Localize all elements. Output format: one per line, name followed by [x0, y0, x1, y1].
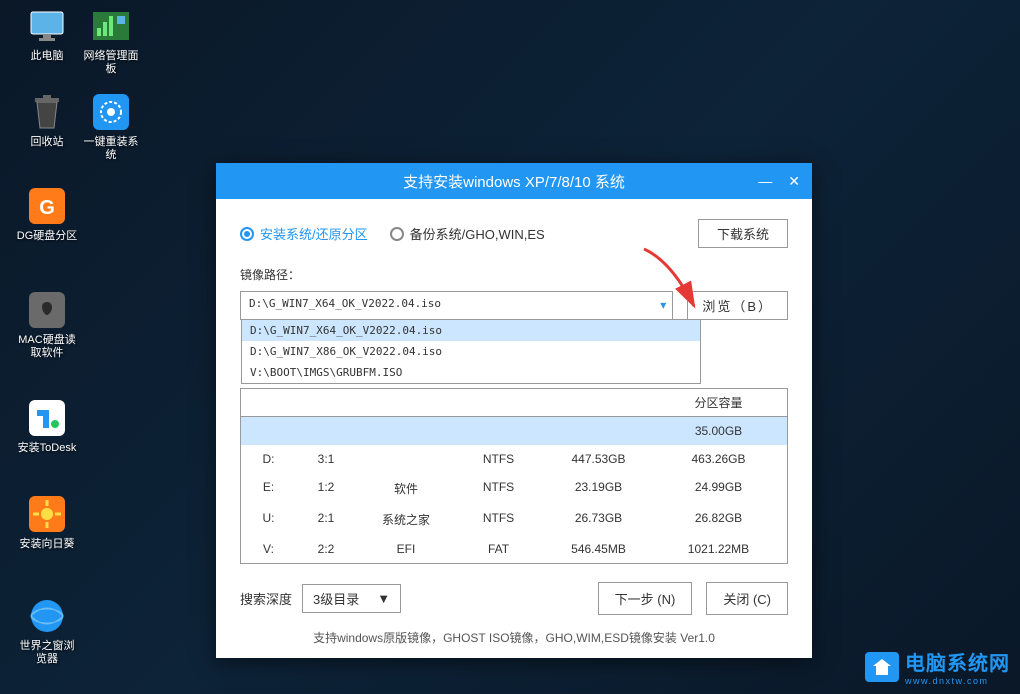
chevron-down-icon[interactable]: ▼ — [660, 300, 666, 311]
desktop-icon-recycle-bin[interactable]: 回收站 — [16, 92, 78, 149]
download-button[interactable]: 下载系统 — [698, 219, 788, 248]
table-row[interactable]: E:1:2软件NTFS23.19GB24.99GB — [241, 473, 787, 504]
install-dialog: 支持安装windows XP/7/8/10 系统 — ✕ 安装系统/还原分区 备… — [216, 163, 812, 658]
close-button[interactable]: ✕ — [784, 173, 804, 190]
desktop-icon-browser[interactable]: 世界之窗浏览器 — [16, 596, 78, 666]
minimize-button[interactable]: — — [754, 173, 776, 190]
radio-icon — [390, 227, 404, 241]
desktop-icon-this-pc[interactable]: 此电脑 — [16, 6, 78, 63]
table-row[interactable]: U:2:1系统之家NTFS26.73GB26.82GB — [241, 504, 787, 535]
table-row[interactable]: V:2:2EFIFAT546.45MB1021.22MB — [241, 535, 787, 563]
partition-table: 分区容量 35.00GB D:3:1NTFS447.53GB463.26GB E… — [240, 388, 788, 564]
dropdown-item[interactable]: D:\G_WIN7_X86_OK_V2022.04.iso — [242, 341, 700, 362]
svg-text:G: G — [39, 197, 55, 219]
desktop-icon-todesk[interactable]: 安装ToDesk — [16, 398, 78, 455]
chevron-down-icon: ▼ — [377, 591, 390, 606]
desktop-icon-reinstall[interactable]: 一键重装系统 — [80, 92, 142, 162]
footer-text: 支持windows原版镜像，GHOST ISO镜像，GHO,WIM,ESD镜像安… — [240, 629, 788, 646]
dropdown-item[interactable]: V:\BOOT\IMGS\GRUBFM.ISO — [242, 362, 700, 383]
watermark: 电脑系统网 www.dnxtw.com — [865, 647, 1010, 686]
watermark-logo-icon — [865, 652, 899, 682]
browse-button[interactable]: 浏览（B） — [687, 291, 788, 320]
desktop-icon-network-panel[interactable]: 网络管理面板 — [80, 6, 142, 76]
close-dialog-button[interactable]: 关闭 (C) — [706, 582, 788, 615]
path-label: 镜像路径： — [240, 266, 788, 283]
search-depth-select[interactable]: 3级目录 ▼ — [302, 584, 401, 613]
radio-install-restore[interactable]: 安装系统/还原分区 — [240, 224, 368, 243]
desktop-icon-dg-partition[interactable]: G DG硬盘分区 — [16, 186, 78, 243]
desktop-icon-mac-disk[interactable]: MAC硬盘读取软件 — [16, 290, 78, 360]
dropdown-list: D:\G_WIN7_X64_OK_V2022.04.iso D:\G_WIN7_… — [241, 319, 701, 384]
table-header: 分区容量 — [241, 389, 787, 417]
dialog-title: 支持安装windows XP/7/8/10 系统 — [403, 171, 625, 192]
desktop-icon-sunflower[interactable]: 安装向日葵 — [16, 494, 78, 551]
titlebar[interactable]: 支持安装windows XP/7/8/10 系统 — ✕ — [216, 163, 812, 199]
radio-icon — [240, 227, 254, 241]
path-dropdown[interactable]: D:\G_WIN7_X64_OK_V2022.04.iso ▼ D:\G_WIN… — [240, 291, 673, 320]
search-depth-label: 搜索深度 — [240, 589, 292, 608]
radio-backup[interactable]: 备份系统/GHO,WIN,ES — [390, 224, 545, 243]
dropdown-item[interactable]: D:\G_WIN7_X64_OK_V2022.04.iso — [242, 320, 700, 341]
table-row[interactable]: D:3:1NTFS447.53GB463.26GB — [241, 445, 787, 473]
next-button[interactable]: 下一步 (N) — [598, 582, 693, 615]
table-row[interactable]: 35.00GB — [241, 417, 787, 445]
